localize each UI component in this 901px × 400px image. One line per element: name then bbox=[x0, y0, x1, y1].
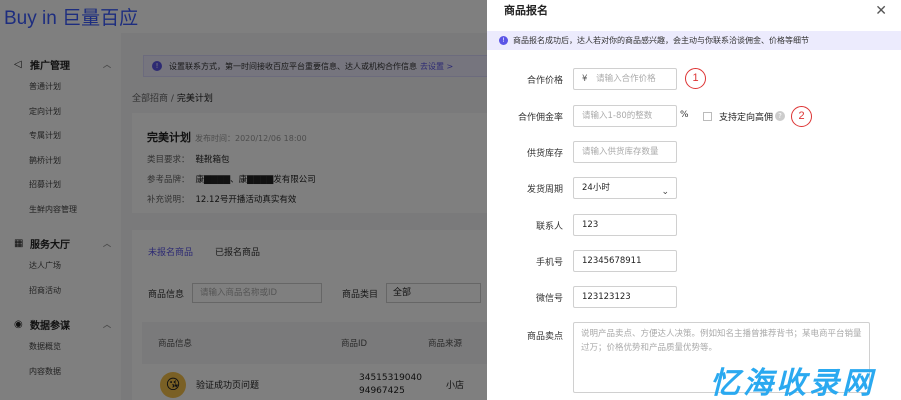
targeted-commission-checkbox[interactable] bbox=[703, 112, 712, 121]
shipping-label: 发货周期 bbox=[526, 184, 563, 195]
stock-row: 供货库存 请输入供货库存数量 bbox=[487, 141, 901, 163]
annotation-marker-2: 2 bbox=[791, 106, 812, 127]
commission-input[interactable]: 请输入1-80的整数 bbox=[573, 105, 677, 127]
shipping-row: 发货周期 24小时 ⌄ bbox=[487, 177, 901, 199]
drawer-notice-text: 商品报名成功后，达人若对你的商品感兴趣，会主动与你联系洽谈佣金、价格等细节 bbox=[513, 36, 809, 45]
contact-input[interactable]: 123 bbox=[573, 214, 677, 236]
info-icon: ! bbox=[499, 36, 508, 45]
drawer-title: 商品报名 bbox=[504, 4, 548, 17]
help-icon[interactable]: ? bbox=[775, 111, 785, 121]
drawer-notice: ! 商品报名成功后，达人若对你的商品感兴趣，会主动与你联系洽谈佣金、价格等细节 bbox=[487, 31, 901, 50]
percent-unit: % bbox=[680, 110, 689, 120]
wechat-row: 微信号 123123123 bbox=[487, 286, 901, 308]
product-registration-drawer: 商品报名 ✕ ! 商品报名成功后，达人若对你的商品感兴趣，会主动与你联系洽谈佣金… bbox=[487, 0, 901, 400]
stock-input[interactable]: 请输入供货库存数量 bbox=[573, 141, 677, 163]
price-label: 合作价格 bbox=[526, 75, 563, 86]
price-input[interactable]: ¥ 请输入合作价格 bbox=[573, 68, 677, 90]
contact-label: 联系人 bbox=[535, 221, 563, 232]
wechat-input[interactable]: 123123123 bbox=[573, 286, 677, 308]
shipping-value: 24小时 bbox=[582, 183, 610, 193]
price-row: 合作价格 ¥ 请输入合作价格 1 bbox=[487, 68, 901, 90]
chevron-down-icon: ⌄ bbox=[661, 187, 669, 197]
shipping-select[interactable]: 24小时 ⌄ bbox=[573, 177, 677, 199]
price-placeholder: 请输入合作价格 bbox=[596, 74, 656, 84]
commission-row: 合作佣金率 请输入1-80的整数 % 支持定向高佣 ? 2 bbox=[487, 105, 901, 127]
phone-label: 手机号 bbox=[535, 257, 563, 268]
contact-row: 联系人 123 bbox=[487, 214, 901, 236]
close-icon[interactable]: ✕ bbox=[875, 3, 887, 19]
commission-label: 合作佣金率 bbox=[517, 112, 563, 123]
stock-label: 供货库存 bbox=[526, 148, 563, 159]
wechat-label: 微信号 bbox=[535, 293, 563, 304]
currency-prefix: ¥ bbox=[582, 74, 588, 84]
targeted-commission-label: 支持定向高佣 bbox=[719, 113, 774, 123]
selling-points-label: 商品卖点 bbox=[526, 331, 563, 342]
watermark: 忆海收录网 bbox=[710, 366, 875, 400]
annotation-marker-1: 1 bbox=[685, 68, 706, 89]
phone-row: 手机号 12345678911 bbox=[487, 250, 901, 272]
phone-input[interactable]: 12345678911 bbox=[573, 250, 677, 272]
